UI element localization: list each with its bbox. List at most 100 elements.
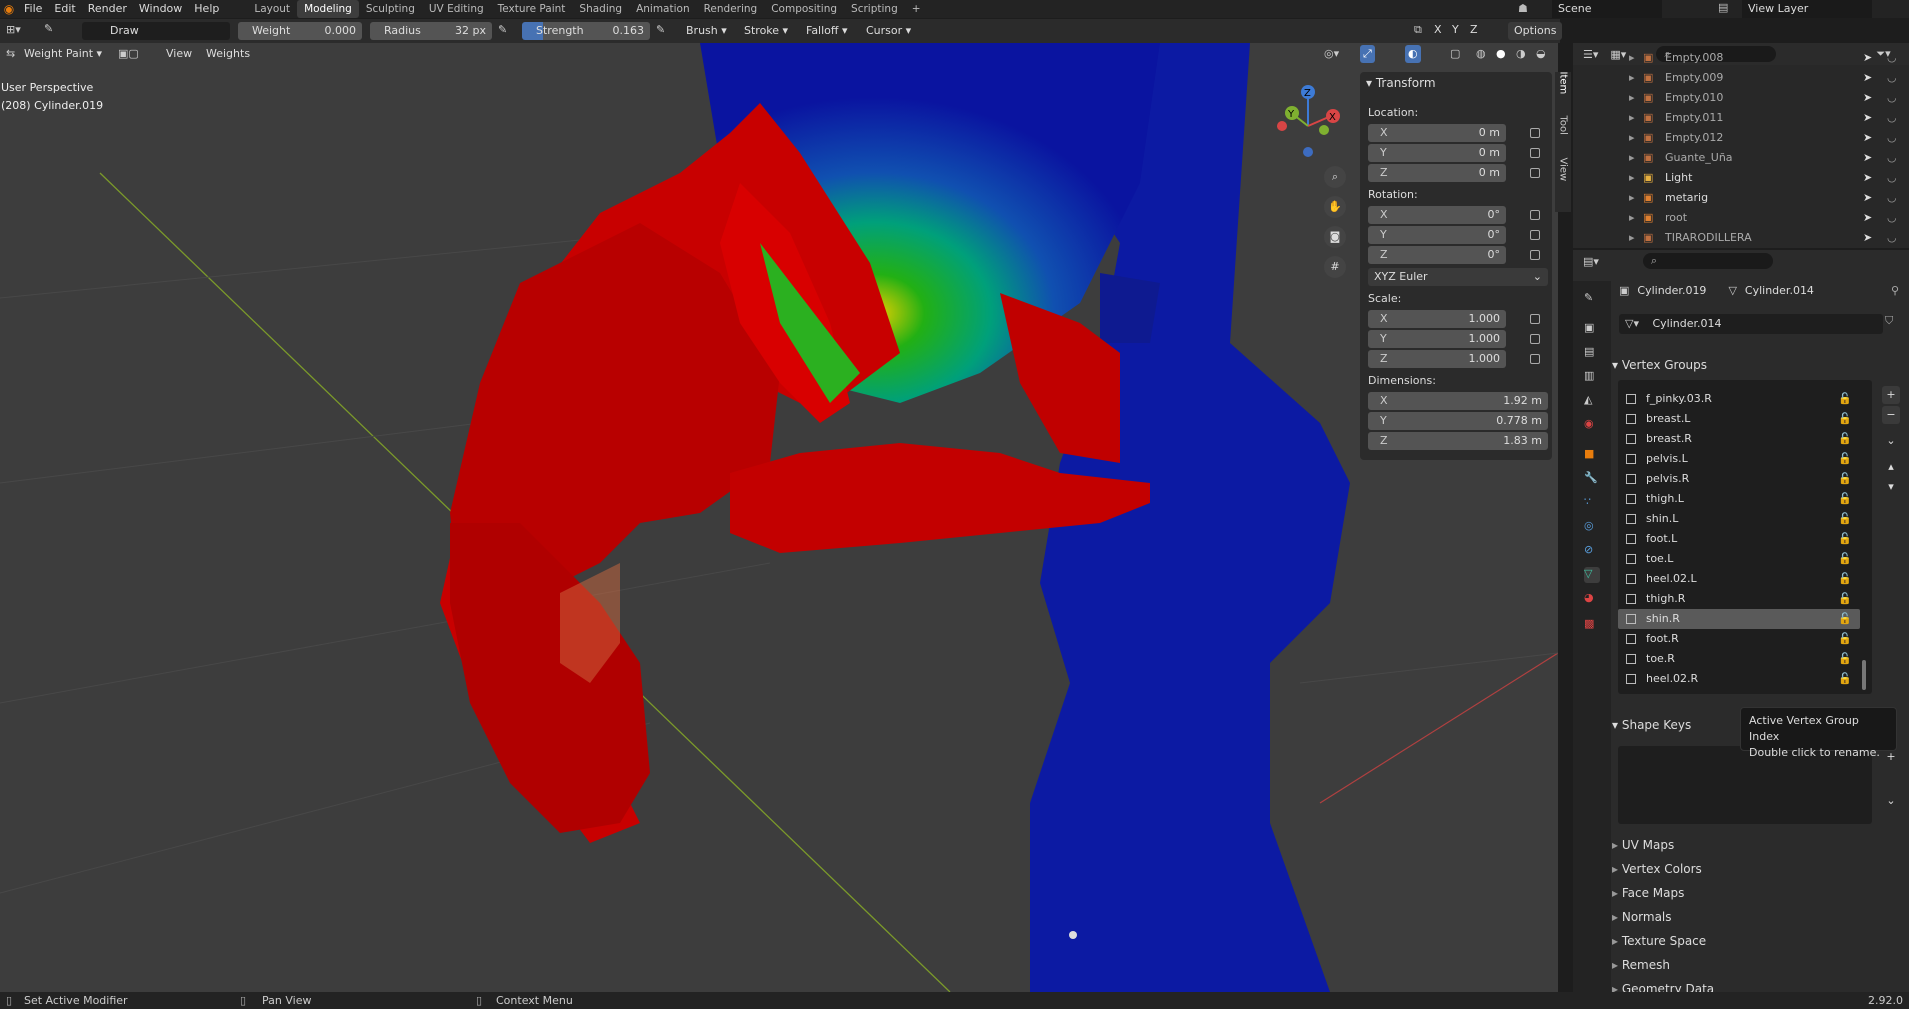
tab-shading[interactable]: Shading — [572, 0, 629, 18]
outliner-row[interactable]: ▸ ▣ Empty.009 ➤ ◡ — [1573, 68, 1909, 88]
select-arrow-icon[interactable]: ➤ — [1863, 128, 1872, 148]
expand-arrow-icon[interactable]: ▸ — [1629, 148, 1635, 168]
radius-field[interactable]: Radius 32 px — [370, 22, 492, 40]
constraints-tab-icon[interactable]: ⊘ — [1584, 543, 1600, 559]
overlay-icon[interactable]: ◐ — [1405, 45, 1421, 63]
cursor-menu[interactable]: Cursor ▾ — [866, 22, 911, 40]
falloff-menu[interactable]: Falloff ▾ — [806, 22, 848, 40]
mirror-y[interactable]: Y — [1452, 23, 1459, 36]
collapsed-section-header[interactable]: ▸ Vertex Colors — [1612, 858, 1902, 880]
pin-icon[interactable]: ⚲ — [1891, 284, 1899, 297]
rotation-y[interactable]: Y 0° — [1368, 226, 1506, 244]
location-y[interactable]: Y 0 m — [1368, 144, 1506, 162]
expand-arrow-icon[interactable]: ▸ — [1629, 128, 1635, 148]
fake-user-shield-icon[interactable]: ⛉ — [1885, 314, 1893, 328]
select-arrow-icon[interactable]: ➤ — [1863, 208, 1872, 228]
lock-icon[interactable]: 🔓 — [1838, 649, 1852, 669]
expand-arrow-icon[interactable]: ▸ — [1629, 68, 1635, 88]
shading-wire-icon[interactable]: ◍ — [1476, 45, 1486, 63]
scene-name[interactable]: Scene — [1552, 0, 1662, 18]
lock-icon[interactable]: 🔓 — [1838, 489, 1852, 509]
blender-logo-icon[interactable]: ◉ — [0, 2, 18, 16]
output-tab-icon[interactable]: ▤ — [1584, 345, 1600, 361]
grid-icon[interactable]: # — [1324, 256, 1346, 278]
gizmo-icon[interactable]: ⤢ — [1360, 45, 1375, 63]
menu-file[interactable]: File — [18, 0, 48, 18]
tab-tool[interactable]: Tool — [1558, 116, 1569, 156]
expand-arrow-icon[interactable]: ▸ — [1629, 188, 1635, 208]
lock-icon[interactable]: 🔓 — [1838, 429, 1852, 449]
expand-arrow-icon[interactable]: ▸ — [1629, 228, 1635, 248]
menu-render[interactable]: Render — [82, 0, 133, 18]
dimensions-z[interactable]: Z 1.83 m — [1368, 432, 1548, 450]
select-arrow-icon[interactable]: ➤ — [1863, 48, 1872, 68]
rotation-mode-dropdown[interactable]: XYZ Euler ⌄ — [1368, 268, 1548, 286]
radius-pressure-icon[interactable]: ✎ — [498, 23, 507, 36]
texture-tab-icon[interactable]: ▩ — [1584, 617, 1600, 633]
collapsed-section-header[interactable]: ▸ Face Maps — [1612, 882, 1902, 904]
tab-layout[interactable]: Layout — [247, 0, 297, 18]
dimensions-x[interactable]: X 1.92 m — [1368, 392, 1548, 410]
outliner-row[interactable]: ▸ ▣ Light ➤ ◡ — [1573, 168, 1909, 188]
dimensions-y[interactable]: Y 0.778 m — [1368, 412, 1548, 430]
expand-arrow-icon[interactable]: ▸ — [1629, 168, 1635, 188]
eye-icon[interactable]: ◡ — [1887, 168, 1897, 188]
lock-icon[interactable]: 🔓 — [1838, 589, 1852, 609]
select-arrow-icon[interactable]: ➤ — [1863, 88, 1872, 108]
lock-icon[interactable]: 🔓 — [1838, 569, 1852, 589]
lock-icon[interactable] — [1530, 334, 1540, 344]
scene-tab-icon[interactable]: ◭ — [1584, 393, 1600, 409]
eye-icon[interactable]: ◡ — [1887, 128, 1897, 148]
lock-icon[interactable]: 🔓 — [1838, 469, 1852, 489]
location-z[interactable]: Z 0 m — [1368, 164, 1506, 182]
vertex-groups-scrollbar[interactable] — [1862, 660, 1866, 690]
lock-icon[interactable] — [1530, 148, 1540, 158]
navigation-gizmo[interactable]: Z X Y — [1268, 80, 1340, 160]
collapsed-section-header[interactable]: ▸ Remesh — [1612, 954, 1902, 976]
tab-view[interactable]: View — [1558, 158, 1569, 198]
brush-menu[interactable]: Brush ▾ — [686, 22, 727, 40]
shading-render-icon[interactable]: ◒ — [1536, 45, 1546, 63]
view-layer-name[interactable]: View Layer — [1742, 0, 1872, 18]
outliner-row[interactable]: ▸ ▣ Empty.011 ➤ ◡ — [1573, 108, 1909, 128]
eye-icon[interactable]: ◡ — [1887, 148, 1897, 168]
move-down-button[interactable]: ▾ — [1882, 478, 1900, 496]
xray-icon[interactable]: ▢ — [1450, 45, 1460, 63]
visibility-icon[interactable]: ◎▾ — [1324, 45, 1339, 63]
outliner-row[interactable]: ▸ ▣ root ➤ ◡ — [1573, 208, 1909, 228]
mesh-data-tab-icon[interactable]: ▽ — [1584, 567, 1600, 583]
properties-editor-icon[interactable]: ▤▾ — [1583, 255, 1599, 268]
expand-arrow-icon[interactable]: ▸ — [1629, 208, 1635, 228]
menu-help[interactable]: Help — [188, 0, 225, 18]
mirror-icon[interactable]: ⧉ — [1414, 23, 1422, 37]
add-vertex-group-button[interactable]: + — [1882, 386, 1900, 404]
tab-modeling[interactable]: Modeling — [297, 0, 359, 18]
strength-pressure-icon[interactable]: ✎ — [656, 23, 665, 36]
options-menu[interactable]: Options ▾ — [1508, 22, 1563, 55]
lock-icon[interactable]: 🔓 — [1838, 629, 1852, 649]
vertex-group-row[interactable]: breast.R 🔓 — [1618, 429, 1860, 449]
vertex-group-row[interactable]: heel.02.R 🔓 — [1618, 669, 1860, 689]
menu-window[interactable]: Window — [133, 0, 188, 18]
tab-uv-editing[interactable]: UV Editing — [422, 0, 491, 18]
expand-arrow-icon[interactable]: ▸ — [1629, 48, 1635, 68]
lock-icon[interactable]: 🔓 — [1838, 389, 1852, 409]
lock-icon[interactable]: 🔓 — [1838, 549, 1852, 569]
shading-solid-icon[interactable]: ● — [1496, 45, 1506, 63]
outliner-row[interactable]: ▸ ▣ Empty.012 ➤ ◡ — [1573, 128, 1909, 148]
shape-keys-menu-button[interactable]: ⌄ — [1882, 792, 1900, 810]
material-tab-icon[interactable]: ◕ — [1584, 591, 1600, 607]
collapsed-section-header[interactable]: ▸ Texture Space — [1612, 930, 1902, 952]
select-arrow-icon[interactable]: ➤ — [1863, 68, 1872, 88]
eye-icon[interactable]: ◡ — [1887, 88, 1897, 108]
lock-icon[interactable]: 🔓 — [1838, 669, 1852, 689]
vertex-group-row[interactable]: toe.L 🔓 — [1618, 549, 1860, 569]
vertex-group-row[interactable]: thigh.L 🔓 — [1618, 489, 1860, 509]
add-workspace-icon[interactable]: + — [905, 0, 928, 18]
select-arrow-icon[interactable]: ➤ — [1863, 108, 1872, 128]
object-tab-icon[interactable]: ■ — [1584, 447, 1600, 463]
eye-icon[interactable]: ◡ — [1887, 208, 1897, 228]
eye-icon[interactable]: ◡ — [1887, 68, 1897, 88]
vertex-group-row[interactable]: pelvis.R 🔓 — [1618, 469, 1860, 489]
expand-arrow-icon[interactable]: ▸ — [1629, 108, 1635, 128]
